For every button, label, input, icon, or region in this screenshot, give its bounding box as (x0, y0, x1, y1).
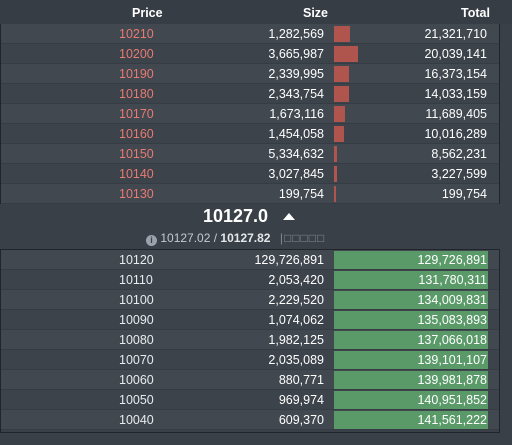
bid-price: 10110 (119, 273, 153, 287)
extra-glyphs: |□□□□□ (279, 231, 326, 245)
ask-size: 199,754 (278, 187, 324, 201)
bid-price: 10100 (119, 293, 154, 307)
ask-row[interactable]: 10150 5,334,632 8,562,231 (1, 144, 499, 164)
ask-depth-bar (334, 106, 345, 122)
ask-price: 10130 (119, 187, 154, 201)
ask-price: 10200 (119, 47, 154, 61)
ask-total: 20,039,141 (424, 47, 487, 61)
ask-price: 10140 (119, 167, 154, 181)
bid-row[interactable]: 10060 880,771 139,981,878 (1, 370, 499, 390)
bid-total: 129,726,891 (417, 253, 487, 267)
info-circle-icon[interactable]: i (146, 235, 157, 246)
mark-price: 10127.82 (220, 231, 271, 245)
bid-row[interactable]: 10090 1,074,062 135,083,893 (1, 310, 499, 330)
ask-row[interactable]: 10170 1,673,116 11,689,405 (1, 104, 499, 124)
bid-total: 140,951,852 (417, 393, 487, 407)
ask-price: 10150 (119, 147, 154, 161)
bid-total: 134,009,831 (417, 293, 487, 307)
ask-row[interactable]: 10160 1,454,058 10,016,289 (1, 124, 499, 144)
triangle-up-icon (283, 213, 295, 220)
ask-row[interactable]: 10210 1,282,569 21,321,710 (1, 24, 499, 44)
ask-size: 1,282,569 (268, 27, 324, 41)
bid-row[interactable]: 10100 2,229,520 134,009,831 (1, 290, 499, 310)
ask-size: 3,665,987 (268, 47, 324, 61)
ask-total: 3,227,599 (431, 167, 487, 181)
ask-row[interactable]: 10130 199,754 199,754 (1, 184, 499, 204)
ask-depth-bar (334, 46, 358, 62)
bid-row[interactable]: 10040 609,370 141,561,222 (1, 410, 499, 430)
bid-row[interactable]: 10110 2,053,420 131,780,311 (1, 270, 499, 290)
bid-row[interactable]: 10120 129,726,891 129,726,891 (1, 250, 499, 270)
mid-price-panel: 10127.0 i 10127.02 / 10127.82 |□□□□□ (0, 205, 512, 249)
bids-table: 10120 129,726,891 129,726,891 10110 2,053,42… (0, 249, 500, 433)
ask-total: 8,562,231 (431, 147, 487, 161)
bid-price: 10120 (119, 253, 154, 267)
bid-price: 10050 (119, 393, 154, 407)
ask-row[interactable]: 10180 2,343,754 14,033,159 (1, 84, 499, 104)
ask-row[interactable]: 10140 3,027,845 3,227,599 (1, 164, 499, 184)
ask-size: 3,027,845 (268, 167, 324, 181)
bid-size: 609,370 (278, 413, 324, 427)
ask-depth-bar (334, 166, 337, 182)
last-price: 10127.0 (203, 206, 269, 226)
ask-price: 10170 (119, 107, 154, 121)
bid-total: 137,066,018 (417, 333, 487, 347)
ask-depth-bar (334, 86, 349, 102)
ask-depth-bar (334, 146, 337, 162)
bid-size: 1,982,125 (268, 333, 324, 347)
ask-size: 2,343,754 (268, 87, 324, 101)
bid-size: 1,074,062 (268, 313, 324, 327)
bid-size: 129,726,891 (254, 253, 324, 267)
bid-price: 10040 (119, 413, 154, 427)
ask-price: 10180 (119, 87, 154, 101)
size-column-header[interactable]: Size (303, 6, 328, 20)
ask-total: 14,033,159 (424, 87, 487, 101)
orderbook-header: Price Size Total (0, 0, 512, 24)
fair-price: 10127.02 (160, 231, 211, 245)
ask-depth-bar (334, 126, 344, 142)
bid-total: 135,083,893 (417, 313, 487, 327)
ask-price: 10160 (119, 127, 154, 141)
bid-row[interactable]: 10080 1,982,125 137,066,018 (1, 330, 499, 350)
bid-price: 10080 (119, 333, 154, 347)
bid-total: 141,561,222 (417, 413, 487, 427)
ask-size: 1,454,058 (268, 127, 324, 141)
ask-size: 1,673,116 (269, 107, 324, 121)
total-column-header[interactable]: Total (461, 6, 490, 20)
ask-price: 10190 (119, 67, 154, 81)
price-column-header[interactable]: Price (132, 6, 163, 20)
bid-price: 10070 (119, 353, 154, 367)
bid-size: 2,229,520 (268, 293, 324, 307)
ask-row[interactable]: 10190 2,339,995 16,373,154 (1, 64, 499, 84)
index-mark-line: i 10127.02 / 10127.82 |□□□□□ (146, 231, 325, 246)
asks-table: 10210 1,282,569 21,321,710 10200 3,665,987 20… (0, 24, 500, 204)
price-separator: / (210, 231, 221, 245)
ask-total: 11,689,405 (425, 107, 487, 121)
bid-size: 880,771 (278, 373, 324, 387)
bid-row[interactable]: 10070 2,035,089 139,101,107 (1, 350, 499, 370)
ask-depth-bar (334, 186, 336, 202)
ask-total: 16,373,154 (424, 67, 487, 81)
ask-size: 2,339,995 (268, 67, 324, 81)
bid-size: 2,035,089 (268, 353, 324, 367)
bid-size: 969,974 (278, 393, 324, 407)
ask-total: 199,754 (441, 187, 487, 201)
ask-size: 5,334,632 (268, 147, 324, 161)
bid-total: 139,981,878 (417, 373, 487, 387)
ask-row[interactable]: 10200 3,665,987 20,039,141 (1, 44, 499, 64)
bid-size: 2,053,420 (268, 273, 324, 287)
bid-total: 139,101,107 (417, 353, 487, 367)
ask-price: 10210 (119, 27, 154, 41)
bid-price: 10090 (119, 313, 154, 327)
bid-price: 10060 (119, 373, 154, 387)
bid-row[interactable]: 10050 969,974 140,951,852 (1, 390, 499, 410)
bid-total: 131,780,311 (418, 273, 487, 287)
ask-total: 21,321,710 (424, 27, 487, 41)
ask-total: 10,016,289 (424, 127, 487, 141)
ask-depth-bar (334, 26, 350, 42)
ask-depth-bar (334, 66, 349, 82)
